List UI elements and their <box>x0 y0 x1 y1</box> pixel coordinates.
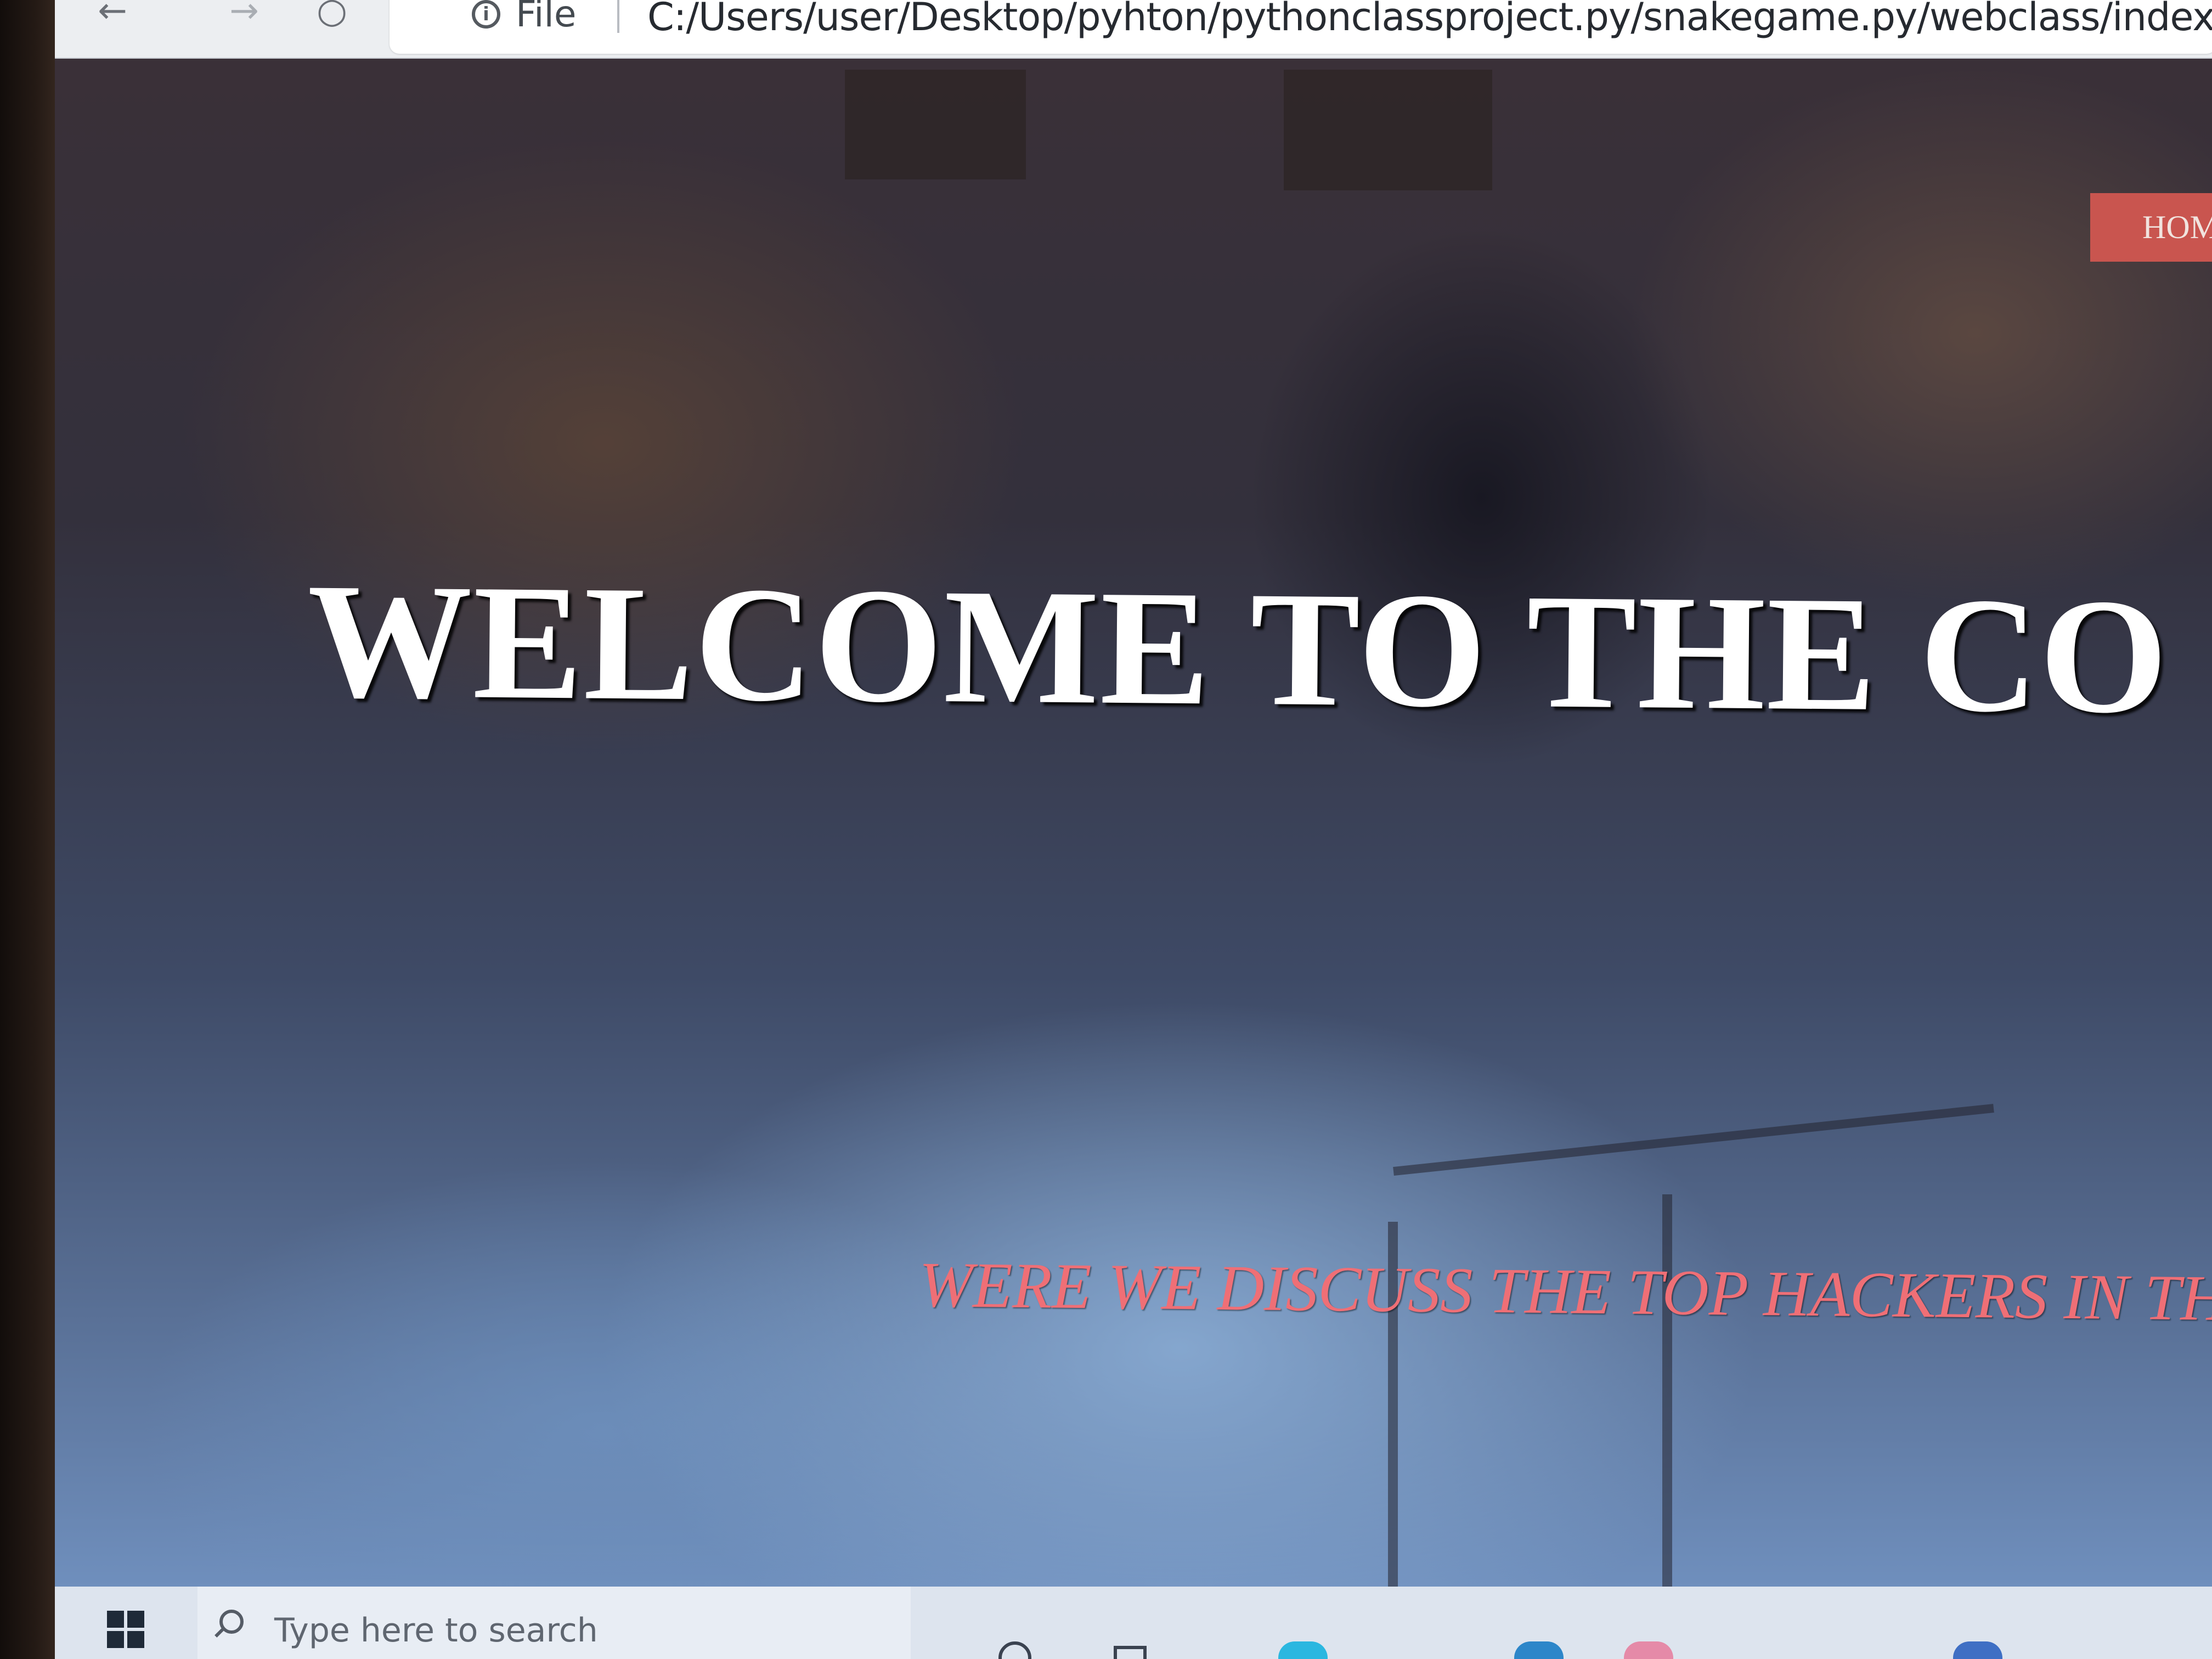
cortana-icon[interactable] <box>998 1641 1031 1659</box>
search-icon <box>219 1610 244 1634</box>
address-bar[interactable]: i File C:/Users/user/Desktop/pyhton/pyth… <box>390 0 2212 54</box>
screen: ← → ○ i File C:/Users/user/Desktop/pyhto… <box>55 0 2212 1659</box>
app-icon[interactable] <box>1624 1641 1673 1659</box>
hero-subtitle: WERE WE DISCUSS THE TOP HACKERS IN THE W <box>918 1249 2212 1336</box>
forward-button[interactable]: → <box>219 0 269 33</box>
background-photo-rail <box>1662 1194 1672 1587</box>
search-placeholder: Type here to search <box>274 1611 598 1650</box>
task-view-icon[interactable] <box>1114 1646 1147 1659</box>
taskbar-search-box[interactable]: Type here to search <box>198 1587 911 1659</box>
app-icon[interactable] <box>1953 1641 2002 1659</box>
browser-toolbar: ← → ○ i File C:/Users/user/Desktop/pyhto… <box>55 0 2212 59</box>
hero-title: WELCOME TO THE CO <box>306 549 2170 748</box>
nav-home-button[interactable]: HOM <box>2090 193 2212 262</box>
windows-logo-pane <box>127 1611 144 1628</box>
windows-start-icon[interactable] <box>107 1611 145 1649</box>
scheme-label: File <box>516 0 577 35</box>
windows-logo-pane <box>107 1611 124 1628</box>
refresh-button[interactable]: ○ <box>307 0 357 33</box>
edge-icon[interactable] <box>1278 1641 1328 1659</box>
windows-logo-pane <box>127 1631 144 1648</box>
windows-logo-pane <box>107 1631 124 1648</box>
background-photo-rail <box>1393 1104 1994 1176</box>
background-photo-window <box>1284 70 1492 190</box>
app-icon[interactable] <box>1514 1641 1564 1659</box>
address-divider <box>617 0 619 33</box>
back-button[interactable]: ← <box>88 0 137 33</box>
windows-taskbar: Type here to search <box>55 1587 2212 1659</box>
info-icon[interactable]: i <box>472 0 500 29</box>
url-text[interactable]: C:/Users/user/Desktop/pyhton/pythonclass… <box>647 0 2212 41</box>
background-photo-window <box>845 70 1026 179</box>
page-viewport: HOM WELCOME TO THE CO WERE WE DISCUSS TH… <box>55 59 2212 1587</box>
